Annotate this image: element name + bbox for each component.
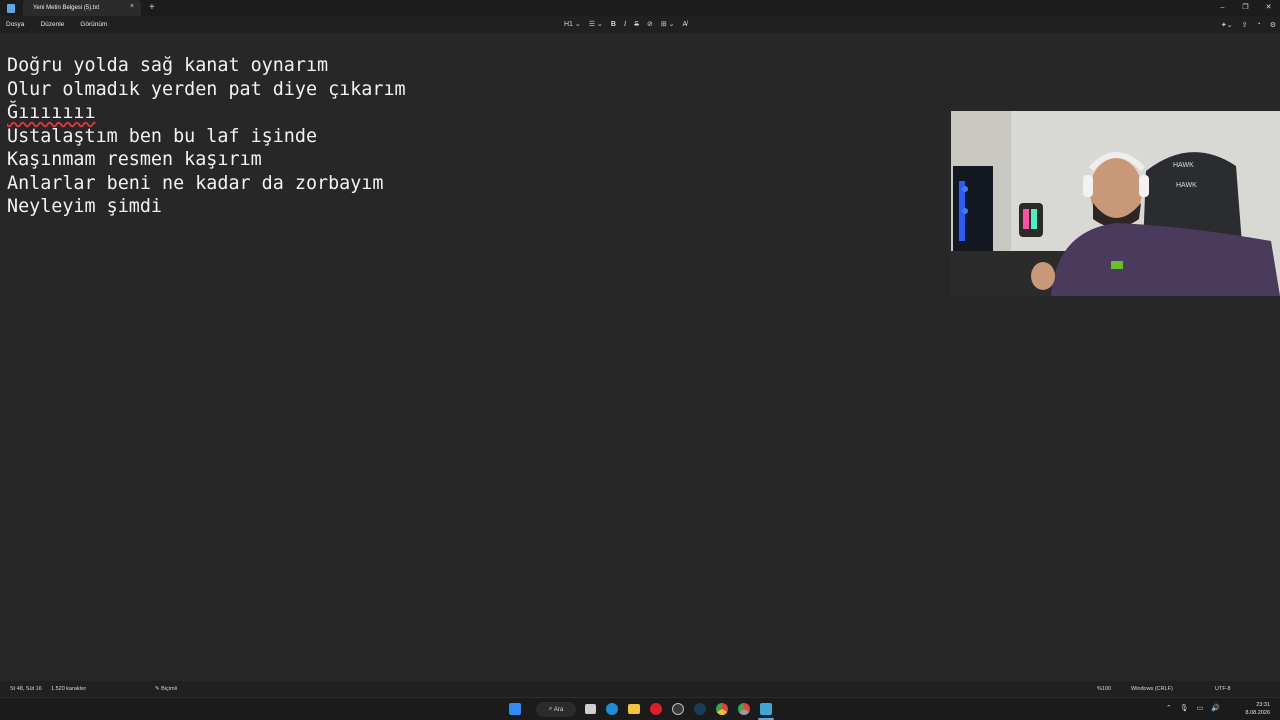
cursor-position: St 48, Süt 16 [10,686,42,692]
format-toolbar: H1 ⌄ ☰ ⌄ B I S ⊘ ⊞ ⌄ A̸ [560,16,691,33]
bold-button[interactable]: B [611,16,616,33]
format-mode-toggle[interactable]: ✎ Biçimli [155,681,177,697]
edge-icon[interactable] [606,703,618,715]
minimize-button[interactable]: – [1211,0,1234,16]
heading-dropdown[interactable]: H1 ⌄ [564,16,581,33]
text-line: Ustalaştım ben bu laf işinde [7,126,318,147]
obs-icon[interactable] [672,703,684,715]
strikethrough-button[interactable]: S [634,16,639,33]
status-bar: St 48, Süt 16 1.520 karakter ✎ Biçimli %… [0,681,1280,697]
volume-icon[interactable]: 🔊 [1211,704,1220,712]
text-line-misspelled: Ğııııııı [7,102,96,123]
tab-title: Yeni Metin Belgesi (5).txt [33,5,100,11]
account-icon[interactable]: ◔ [1256,21,1260,28]
menu-bar: Dosya Düzenle Görünüm H1 ⌄ ☰ ⌄ B I S ⊘ ⊞… [0,16,1280,33]
clock[interactable]: 23:31 8.08.2026 [1246,701,1270,717]
text-line: Doğru yolda sağ kanat oynarım [7,55,329,76]
list-dropdown[interactable]: ☰ ⌄ [589,16,603,33]
task-view-icon[interactable] [585,704,596,714]
text-line: Olur olmadık yerden pat diye çıkarım [7,79,406,100]
chrome-icon[interactable] [716,703,728,715]
file-explorer-icon[interactable] [628,704,640,714]
line-ending[interactable]: Windows (CRLF) [1131,681,1173,697]
encoding[interactable]: UTF-8 [1215,681,1231,697]
sparkle-icon[interactable]: ✦⌄ [1221,21,1233,29]
italic-button[interactable]: I [624,16,626,33]
notepad-icon[interactable] [760,703,772,715]
monitor-icon[interactable]: ▭ [1197,704,1204,712]
menu-edit[interactable]: Düzenle [40,21,64,28]
text-line: Anlarlar beni ne kadar da zorbayım [7,173,384,194]
text-line: Neyleyim şimdi [7,196,163,217]
tab-close-button[interactable]: × [130,3,134,10]
gear-icon[interactable]: ⚙ [1270,21,1276,29]
right-toolbar: ✦⌄ ⇪ ◔ ⚙ [1212,16,1276,33]
search-box[interactable]: ⌕ Ara [536,702,576,717]
start-icon[interactable] [509,703,521,715]
menu-view[interactable]: Görünüm [80,21,107,28]
webcam-image: HAWK HAWK [951,111,1280,296]
close-button[interactable]: ✕ [1257,0,1280,16]
clock-date: 8.08.2026 [1245,710,1270,716]
format-mode-label: Biçimli [161,686,178,692]
search-label: Ara [553,706,564,713]
maximize-button[interactable]: ❐ [1234,0,1257,16]
opera-icon[interactable] [650,703,662,715]
chrome-alt-icon[interactable] [738,703,750,715]
link-button[interactable]: ⊘ [647,16,653,33]
menu-file[interactable]: Dosya [6,21,24,28]
share-icon[interactable]: ⇪ [1242,21,1248,29]
table-dropdown[interactable]: ⊞ ⌄ [661,16,675,33]
chevron-up-icon[interactable]: ⌃ [1166,704,1172,712]
steam-icon[interactable] [694,703,706,715]
notepad-icon [7,3,15,13]
new-tab-button[interactable]: + [149,0,155,16]
clock-time: 23:31 [1256,702,1270,708]
svg-text:HAWK: HAWK [1176,182,1197,189]
character-count: 1.520 karakter [51,686,87,692]
system-tray: ⌃ 🎙 ▭ 🔊 [1158,704,1220,712]
title-bar: Yeni Metin Belgesi (5).txt × + – ❐ ✕ [0,0,1280,16]
window-controls: – ❐ ✕ [1211,0,1280,16]
clear-format-button[interactable]: A̸ [683,16,688,33]
tab-active-document[interactable]: Yeni Metin Belgesi (5).txt × [23,0,141,16]
text-line: Kaşınmam resmen kaşırım [7,149,262,170]
svg-text:HAWK: HAWK [1173,162,1194,169]
zoom-level[interactable]: %100 [1097,681,1111,697]
taskbar: ⌕ Ara ⌃ 🎙 ▭ 🔊 23:31 8.08.2026 [0,697,1280,720]
mic-icon[interactable]: 🎙 [1180,704,1189,712]
webcam-overlay: HAWK HAWK [951,111,1280,296]
